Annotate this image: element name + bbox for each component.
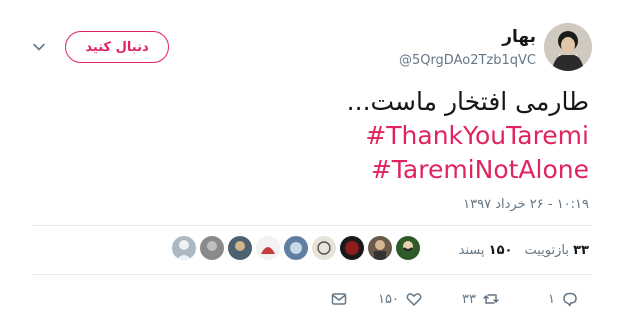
display-name[interactable]: بهار [502, 27, 536, 47]
divider [32, 225, 592, 226]
reply-count: ۱ [548, 291, 555, 307]
heart-icon [406, 293, 422, 306]
like-action[interactable]: ۱۵۰ [378, 290, 423, 308]
liker-avatar[interactable] [396, 236, 420, 260]
liker-avatar[interactable] [312, 236, 336, 260]
retweet-stat-label: بازتوییت [524, 243, 569, 258]
hashtag-link[interactable]: #ThankYouTaremi [365, 119, 589, 153]
retweet-stat[interactable]: ۳۳ بازتوییت [524, 243, 589, 258]
liker-avatar[interactable] [172, 236, 196, 260]
liker-avatar[interactable] [200, 236, 224, 260]
retweet-count: ۳۳ [462, 291, 476, 307]
retweet-stat-count: ۳۳ [573, 243, 589, 258]
liker-avatar[interactable] [284, 236, 308, 260]
reply-action[interactable]: ۱ [548, 290, 579, 308]
liker-avatar[interactable] [228, 236, 252, 260]
follow-button[interactable]: دنبال کنید [65, 31, 169, 63]
reply-icon [563, 292, 577, 307]
like-stat-count: ۱۵۰ [488, 243, 513, 258]
tweet-stats: ۳۳ بازتوییت ۱۵۰ پسند [459, 243, 589, 258]
avatar[interactable] [544, 23, 592, 71]
divider [32, 274, 592, 275]
direct-message-action[interactable] [330, 290, 348, 308]
liker-avatars [172, 236, 420, 260]
retweet-action[interactable]: ۳۳ [462, 290, 500, 308]
liker-avatar[interactable] [368, 236, 392, 260]
like-stat[interactable]: ۱۵۰ پسند [459, 243, 513, 258]
message-icon [331, 293, 347, 305]
user-handle[interactable]: @5QrgDAo2Tzb1qVC [399, 53, 536, 68]
hashtag-link[interactable]: #TaremiNotAlone [371, 153, 589, 187]
liker-avatar[interactable] [340, 236, 364, 260]
tweet-timestamp[interactable]: ۱۰:۱۹ - ۲۶ خرداد ۱۳۹۷ [463, 197, 589, 212]
liker-avatar[interactable] [256, 236, 280, 260]
retweet-icon [483, 294, 499, 304]
like-stat-label: پسند [458, 243, 485, 258]
chevron-down-icon[interactable] [32, 40, 46, 54]
like-count: ۱۵۰ [378, 291, 399, 307]
tweet-text: طارمی افتخار ماست... [346, 87, 589, 116]
